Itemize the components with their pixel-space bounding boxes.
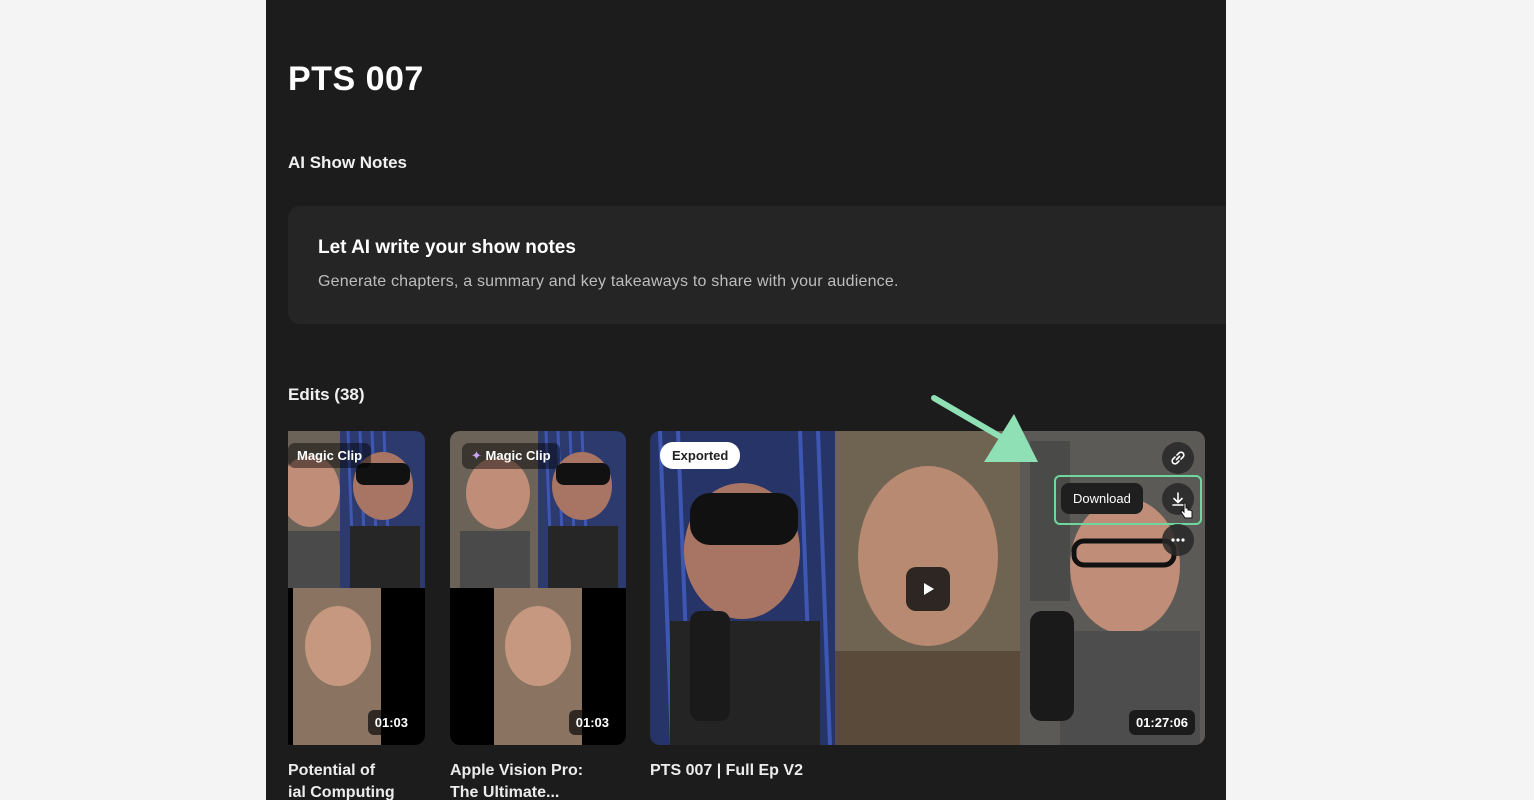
duration-badge: 01:03 [367,710,415,735]
project-panel: PTS 007 AI Show Notes Let AI write your … [266,0,1226,800]
show-notes-card[interactable]: Let AI write your show notes Generate ch… [288,206,1226,324]
edit-card-1[interactable]: Magic Clip 01:03 [288,431,425,745]
link-icon [1171,451,1185,465]
download-tooltip: Download [1061,483,1143,514]
copy-link-button[interactable] [1162,442,1194,474]
more-icon [1171,538,1185,542]
edit-title-3[interactable]: PTS 007 | Full Ep V2 [650,760,803,782]
edit-card-3[interactable]: Exported Download 01:27:06 [650,431,1205,745]
magic-clip-badge: Magic Clip [288,443,372,468]
show-notes-heading: Let AI write your show notes [318,237,576,258]
sparkle-icon: ✦ [471,448,482,463]
more-options-button[interactable] [1162,524,1194,556]
edit-title-1[interactable]: Potential of ial Computing [288,760,395,800]
pointer-cursor-icon [1180,502,1193,519]
edit-card-2[interactable]: ✦ Magic Clip 01:03 [450,431,626,745]
show-notes-section-title: AI Show Notes [288,153,408,172]
edit-title-2[interactable]: Apple Vision Pro: The Ultimate... [450,760,583,800]
play-button[interactable] [906,567,950,611]
page-title: PTS 007 [288,60,424,98]
duration-badge: 01:03 [568,710,616,735]
play-icon [924,583,934,595]
edits-section-title: Edits (38) [288,385,365,404]
exported-badge: Exported [660,442,741,469]
edit-thumbnail-1 [288,431,425,745]
edit-thumbnail-2 [450,431,626,745]
magic-clip-badge: ✦ Magic Clip [462,443,560,469]
duration-badge: 01:27:06 [1128,710,1195,735]
show-notes-description: Generate chapters, a summary and key tak… [318,273,899,290]
